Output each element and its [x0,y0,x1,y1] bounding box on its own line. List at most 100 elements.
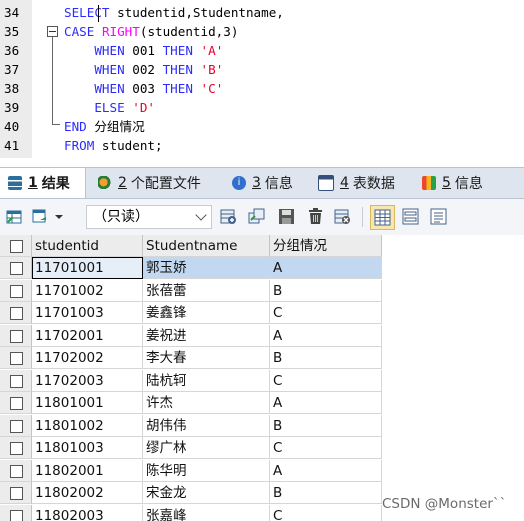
cell-studentid[interactable]: 11702003 [32,369,143,392]
table-row[interactable]: 11801002 胡伟伟 B [0,414,384,437]
cell-group[interactable]: A [270,459,382,482]
select-all-checkbox[interactable] [0,235,32,257]
cell-studentname[interactable]: 胡伟伟 [143,414,270,437]
table-row[interactable]: 11802003 张嘉峰 C [0,504,384,521]
checkbox-icon [10,262,23,275]
code-line[interactable]: 37 WHEN 002 THEN 'B' [0,60,524,79]
copy-grid-icon[interactable] [32,208,49,225]
tab-info-number: 3 [252,175,261,191]
cell-studentid[interactable]: 11702002 [32,347,143,369]
row-checkbox[interactable] [0,504,32,521]
cell-studentid[interactable]: 11702001 [32,324,143,347]
cell-studentid[interactable]: 11801001 [32,392,143,414]
table-row[interactable]: 11702002 李大春 B [0,347,384,369]
row-checkbox[interactable] [0,459,32,482]
cell-group[interactable]: C [270,302,382,324]
cancel-changes-icon[interactable] [334,208,351,225]
cell-studentid[interactable]: 11701001 [32,257,143,279]
tab-table-data[interactable]: 4 表数据 [318,168,395,198]
code-line[interactable]: 40 END 分组情况 [0,117,524,136]
copy-dropdown-icon[interactable] [54,208,64,225]
row-checkbox[interactable] [0,279,32,302]
table-row[interactable]: 11802002 宋金龙 B [0,482,384,504]
cell-studentname[interactable]: 姜祝进 [143,324,270,347]
column-header-studentid[interactable]: studentid [32,235,143,257]
cell-studentname[interactable]: 宋金龙 [143,482,270,504]
line-number: 38 [4,81,20,96]
code-line[interactable]: 39 ELSE 'D' [0,98,524,117]
code-text: FROM student; [64,136,163,155]
cell-group[interactable]: C [270,504,382,521]
tab-info[interactable]: i 3 信息 [232,168,293,198]
code-token: CASE [64,24,95,39]
cell-group[interactable]: C [270,437,382,459]
cell-studentid[interactable]: 11701002 [32,279,143,302]
cell-group[interactable]: B [270,279,382,302]
cell-studentname[interactable]: 郭玉娇 [143,257,270,279]
table-row[interactable]: 11701001 郭玉娇 A [0,257,384,279]
cell-studentid[interactable]: 11801002 [32,414,143,437]
duplicate-row-icon[interactable] [248,208,265,225]
tab-result[interactable]: 1 结果 [0,168,86,198]
tab-profiles[interactable]: 2 个配置文件 [98,168,201,198]
cell-group[interactable]: B [270,347,382,369]
checkbox-icon [10,419,23,433]
column-header-group[interactable]: 分组情况 [270,235,382,257]
cell-studentid[interactable]: 11701003 [32,302,143,324]
cell-group[interactable]: C [270,369,382,392]
cell-group[interactable]: A [270,324,382,347]
cell-group[interactable]: A [270,257,382,279]
cell-studentid[interactable]: 11802003 [32,504,143,521]
row-checkbox[interactable] [0,369,32,392]
cell-studentid[interactable]: 11801003 [32,437,143,459]
cell-studentname[interactable]: 姜鑫锋 [143,302,270,324]
result-grid-icon [8,176,22,190]
table-row[interactable]: 11701002 张蓓蕾 B [0,279,384,302]
table-row[interactable]: 11801003 缪广林 C [0,437,384,459]
sql-editor[interactable]: 34 SELECT studentid,Studentname, 35 CASE RI… [0,0,524,158]
table-row[interactable]: 11702003 陆杭轲 C [0,369,384,392]
code-line[interactable]: 36 WHEN 001 THEN 'A' [0,41,524,60]
row-checkbox[interactable] [0,302,32,324]
fold-toggle-icon[interactable] [47,26,58,37]
cell-studentname[interactable]: 张嘉峰 [143,504,270,521]
row-checkbox[interactable] [0,482,32,504]
delete-icon[interactable] [307,208,324,225]
row-checkbox[interactable] [0,392,32,414]
row-checkbox[interactable] [0,414,32,437]
row-checkbox[interactable] [0,324,32,347]
table-row[interactable]: 11701003 姜鑫锋 C [0,302,384,324]
code-line[interactable]: 41 FROM student; [0,136,524,155]
row-checkbox[interactable] [0,257,32,279]
grid-view-button[interactable] [370,205,395,230]
cell-studentname[interactable]: 许杰 [143,392,270,414]
row-checkbox[interactable] [0,437,32,459]
code-line[interactable]: 34 SELECT studentid,Studentname, [0,3,524,22]
code-line[interactable]: 35 CASE RIGHT(studentid,3) [0,22,524,41]
result-grid[interactable]: studentid Studentname 分组情况 11701001 郭玉娇 A 1… [0,235,384,521]
cell-group[interactable]: A [270,392,382,414]
line-number: 36 [4,43,20,58]
table-row[interactable]: 11702001 姜祝进 A [0,324,384,347]
cell-studentid[interactable]: 11802001 [32,459,143,482]
cell-studentname[interactable]: 李大春 [143,347,270,369]
add-row-icon[interactable] [220,208,237,225]
tab-info-2[interactable]: 5 信息 [422,168,483,198]
export-grid-icon[interactable] [6,208,23,225]
form-view-icon[interactable] [402,208,419,225]
column-header-studentname[interactable]: Studentname [143,235,270,257]
cell-studentname[interactable]: 陈华明 [143,459,270,482]
cell-studentname[interactable]: 陆杭轲 [143,369,270,392]
cell-group[interactable]: B [270,482,382,504]
save-icon[interactable] [278,208,295,225]
table-row[interactable]: 11802001 陈华明 A [0,459,384,482]
text-view-icon[interactable] [430,208,447,225]
cell-studentname[interactable]: 张蓓蕾 [143,279,270,302]
cell-group[interactable]: B [270,414,382,437]
row-checkbox[interactable] [0,347,32,369]
cell-studentname[interactable]: 缪广林 [143,437,270,459]
table-row[interactable]: 11801001 许杰 A [0,392,384,414]
readonly-select[interactable]: （只读） [86,205,212,229]
code-line[interactable]: 38 WHEN 003 THEN 'C' [0,79,524,98]
cell-studentid[interactable]: 11802002 [32,482,143,504]
